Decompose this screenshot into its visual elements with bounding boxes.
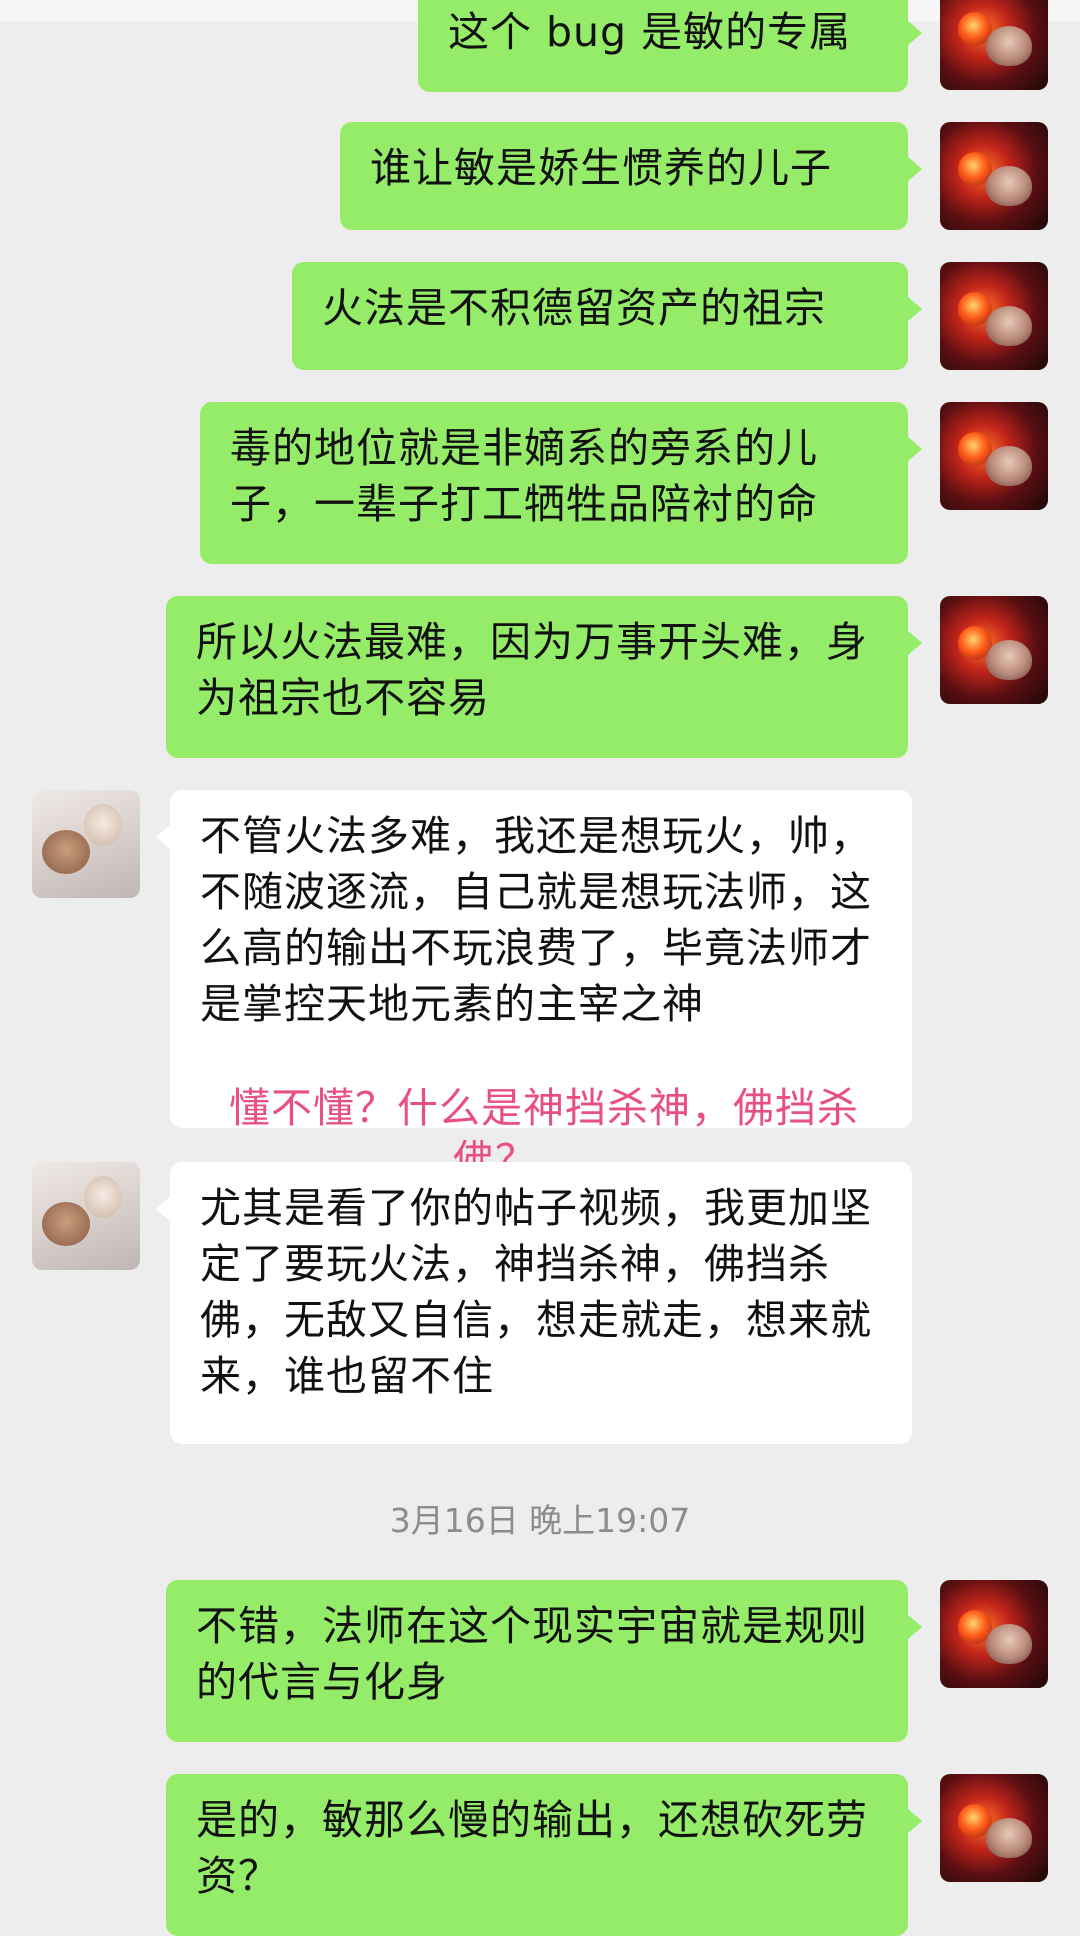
my-avatar[interactable] — [940, 402, 1048, 510]
contact-avatar[interactable] — [32, 790, 140, 898]
message-bubble[interactable]: 所以火法最难，因为万事开头难，身为祖宗也不容易 — [166, 596, 922, 758]
message-bubble[interactable]: 毒的地位就是非嫡系的旁系的儿子，一辈子打工牺牲品陪衬的命 — [200, 402, 922, 564]
message-bubble[interactable]: 这个 bug 是敏的专属 — [418, 0, 922, 92]
my-avatar[interactable] — [940, 0, 1048, 90]
my-avatar[interactable] — [940, 262, 1048, 370]
message-bubble[interactable]: 火法是不积德留资产的祖宗 — [292, 262, 922, 370]
my-avatar[interactable] — [940, 596, 1048, 704]
contact-avatar[interactable] — [32, 1162, 140, 1270]
my-avatar[interactable] — [940, 122, 1048, 230]
message-bubble[interactable]: 尤其是看了你的帖子视频，我更加坚定了要玩火法，神挡杀神，佛挡杀佛，无敌又自信，想… — [156, 1162, 912, 1444]
message-timestamp: 3月16日 晚上19:07 — [389, 1501, 691, 1540]
message-bubble[interactable]: 谁让敏是娇生惯养的儿子 — [340, 122, 922, 230]
message-bubble[interactable]: 不管火法多难，我还是想玩火，帅，不随波逐流，自己就是想玩法师，这么高的输出不玩浪… — [156, 790, 912, 1128]
message-bubble[interactable]: 是的，敏那么慢的输出，还想砍死劳资？ — [166, 1774, 922, 1936]
my-avatar[interactable] — [940, 1580, 1048, 1688]
message-bubble[interactable]: 不错，法师在这个现实宇宙就是规则的代言与化身 — [166, 1580, 922, 1742]
my-avatar[interactable] — [940, 1774, 1048, 1882]
